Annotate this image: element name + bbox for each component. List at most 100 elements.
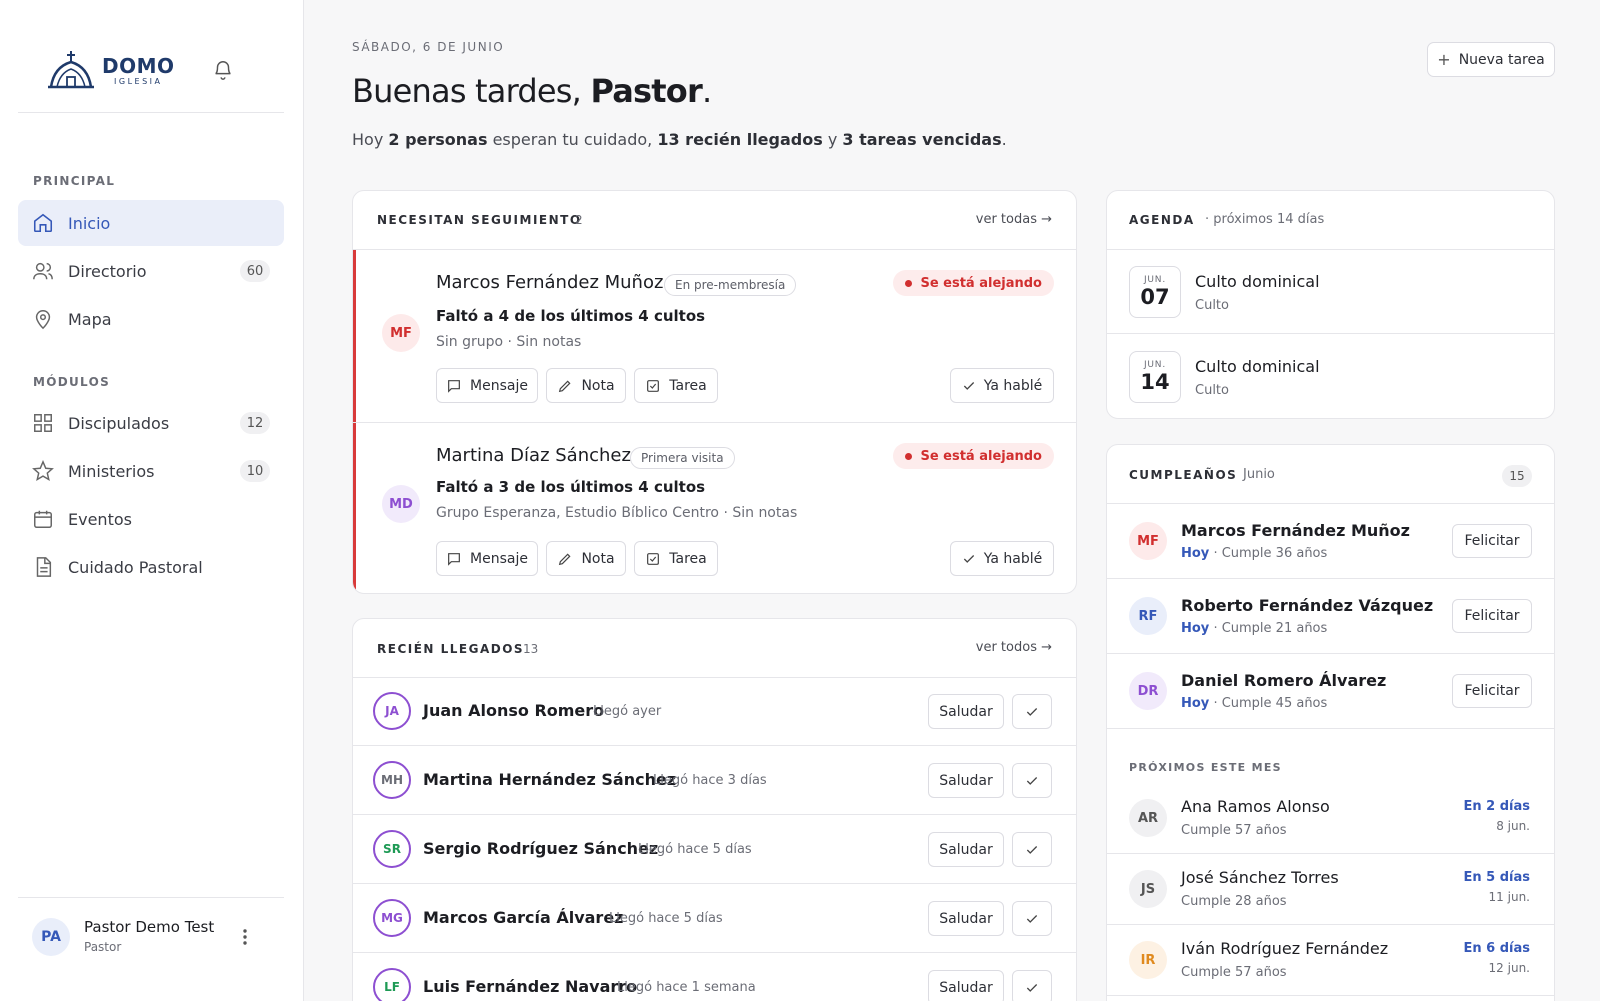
event-type: Culto	[1195, 298, 1229, 313]
sidebar-item-label: Eventos	[68, 509, 132, 529]
person-name[interactable]: Ana Ramos Alonso	[1181, 797, 1330, 816]
new-task-button[interactable]: + Nueva tarea	[1427, 42, 1555, 77]
count-badge: 12	[240, 412, 270, 434]
person-name[interactable]: Iván Rodríguez Fernández	[1181, 939, 1388, 958]
see-all-link[interactable]: ver todas →	[976, 212, 1052, 227]
sidebar-item-mapa[interactable]: Mapa	[18, 296, 284, 342]
congratulate-button[interactable]: Felicitar	[1452, 674, 1532, 708]
nav-section-principal: PRINCIPAL	[33, 174, 116, 188]
person-name[interactable]: Roberto Fernández Vázquez	[1181, 596, 1433, 615]
person-name[interactable]: Daniel Romero Álvarez	[1181, 671, 1386, 690]
greet-button[interactable]: Saludar	[928, 694, 1004, 729]
message-icon	[448, 379, 460, 393]
list-item: IR Iván Rodríguez Fernández Cumple 57 añ…	[1107, 925, 1554, 996]
more-vertical-icon[interactable]	[242, 928, 248, 950]
greet-button[interactable]: Saludar	[928, 901, 1004, 936]
check-icon	[1026, 845, 1038, 854]
person-name[interactable]: Martina Hernández Sánchez	[423, 770, 676, 789]
person-name[interactable]: Juan Alonso Romero	[423, 701, 604, 720]
list-item: DR Daniel Romero Álvarez Hoy · Cumple 45…	[1107, 654, 1554, 729]
task-button[interactable]: Tarea	[634, 368, 718, 403]
person-name[interactable]: Sergio Rodríguez Sánchez	[423, 839, 658, 858]
birthday-date: 12 jun.	[1488, 961, 1530, 975]
list-item: MH Martina Hernández Sánchez Llegó hace …	[353, 747, 1076, 815]
count-badge: 10	[240, 460, 270, 482]
arrival-time: Llegó hace 1 semana	[617, 980, 756, 995]
talked-button[interactable]: Ya hablé	[950, 368, 1054, 403]
card-count: 2	[575, 213, 583, 227]
bell-icon[interactable]	[212, 59, 234, 85]
person-name[interactable]: Marcos García Álvarez	[423, 908, 623, 927]
arrival-time: Llegó ayer	[593, 704, 662, 719]
arrival-time: Llegó hace 5 días	[609, 911, 723, 926]
greet-button[interactable]: Saludar	[928, 832, 1004, 867]
birthday-info: Cumple 57 años	[1181, 965, 1287, 980]
newcomers-card: RECIÉN LLEGADOS 13 ver todos → JA Juan A…	[352, 618, 1077, 1001]
list-item: JA Juan Alonso Romero Llegó ayer Saludar	[353, 678, 1076, 746]
person-name[interactable]: Marcos Fernández Muñoz	[436, 272, 663, 293]
note-button[interactable]: Nota	[546, 368, 626, 403]
list-item: RF Roberto Fernández Vázquez Hoy · Cumpl…	[1107, 579, 1554, 654]
birthday-date: 11 jun.	[1488, 890, 1530, 904]
alert-dot-icon	[905, 452, 913, 460]
birthday-date: 8 jun.	[1496, 819, 1530, 833]
map-pin-icon	[32, 308, 54, 330]
talked-button[interactable]: Ya hablé	[950, 541, 1054, 576]
upcoming-section-title: PRÓXIMOS ESTE MES	[1129, 761, 1282, 774]
note-button[interactable]: Nota	[546, 541, 626, 576]
card-header: RECIÉN LLEGADOS 13 ver todos →	[353, 619, 1076, 678]
sidebar-item-inicio[interactable]: Inicio	[18, 200, 284, 246]
sidebar-item-cuidado-pastoral[interactable]: Cuidado Pastoral	[18, 544, 284, 590]
days-until: En 6 días	[1463, 941, 1530, 956]
congratulate-button[interactable]: Felicitar	[1452, 524, 1532, 558]
check-square-icon	[647, 379, 660, 392]
sidebar-item-label: Cuidado Pastoral	[68, 557, 203, 577]
see-all-link[interactable]: ver todos →	[976, 640, 1052, 655]
agenda-card: AGENDA · próximos 14 días JUN. 07 Culto …	[1106, 190, 1555, 419]
grid-icon	[32, 412, 54, 434]
attendance-summary: Faltó a 4 de los últimos 4 cultos	[436, 307, 706, 325]
card-header: NECESITAN SEGUIMIENTO 2 ver todas →	[353, 191, 1076, 250]
star-icon	[32, 460, 54, 482]
sidebar-item-directorio[interactable]: Directorio 60	[18, 248, 284, 294]
sidebar-item-eventos[interactable]: Eventos	[18, 496, 284, 542]
mark-done-button[interactable]	[1012, 763, 1052, 798]
person-name[interactable]: Marcos Fernández Muñoz	[1181, 521, 1410, 540]
list-item: JS José Sánchez Torres Cumple 28 años En…	[1107, 854, 1554, 925]
page-title: Buenas tardes, Pastor.	[352, 72, 712, 110]
mark-done-button[interactable]	[1012, 970, 1052, 1001]
event-title: Culto dominical	[1195, 357, 1320, 376]
list-item[interactable]: JUN. 07 Culto dominical Culto	[1107, 250, 1554, 334]
event-date: JUN. 14	[1129, 351, 1181, 403]
check-icon	[963, 554, 974, 563]
mark-done-button[interactable]	[1012, 901, 1052, 936]
logo[interactable]: DOMO IGLESIA	[46, 50, 175, 90]
user-profile[interactable]: PA Pastor Demo Test Pastor	[18, 897, 284, 977]
person-name[interactable]: Luis Fernández Navarro	[423, 977, 637, 996]
plus-icon: +	[1437, 50, 1451, 69]
greet-button[interactable]: Saludar	[928, 970, 1004, 1001]
list-item[interactable]: JUN. 14 Culto dominical Culto	[1107, 335, 1554, 418]
mark-done-button[interactable]	[1012, 832, 1052, 867]
birthday-info: Cumple 28 años	[1181, 894, 1287, 909]
message-button[interactable]: Mensaje	[436, 541, 538, 576]
message-button[interactable]: Mensaje	[436, 368, 538, 403]
person-name[interactable]: José Sánchez Torres	[1181, 868, 1339, 887]
greet-button[interactable]: Saludar	[928, 763, 1004, 798]
congratulate-button[interactable]: Felicitar	[1452, 599, 1532, 633]
days-until: En 2 días	[1463, 799, 1530, 814]
sidebar-item-discipulados[interactable]: Discipulados 12	[18, 400, 284, 446]
person-name[interactable]: Martina Díaz Sánchez	[436, 445, 631, 466]
check-icon	[1026, 707, 1038, 716]
card-subtitle: Junio	[1243, 467, 1275, 482]
sidebar-item-ministerios[interactable]: Ministerios 10	[18, 448, 284, 494]
avatar: JA	[373, 692, 411, 730]
sidebar-item-label: Directorio	[68, 261, 147, 281]
avatar: LF	[373, 968, 411, 1001]
birthday-info: Hoy · Cumple 45 años	[1181, 696, 1328, 711]
avatar: DR	[1129, 672, 1167, 710]
alert-badge: Se está alejando	[893, 270, 1054, 296]
task-button[interactable]: Tarea	[634, 541, 718, 576]
list-item: MF Marcos Fernández Muñoz Hoy · Cumple 3…	[1107, 504, 1554, 579]
mark-done-button[interactable]	[1012, 694, 1052, 729]
